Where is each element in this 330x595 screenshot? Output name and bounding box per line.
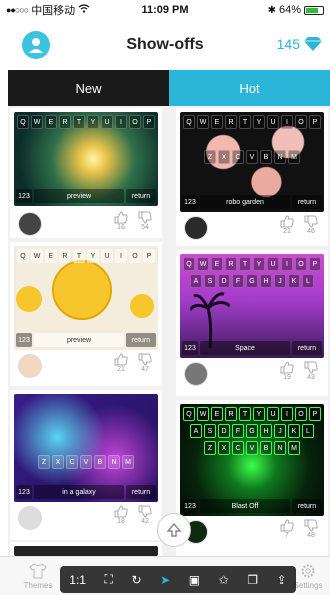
- avatar[interactable]: [18, 212, 42, 236]
- thumbs-down-icon: [304, 519, 318, 532]
- keyboard-theme-preview[interactable]: QWERTYUIOP 123 preview return: [14, 112, 158, 206]
- avatar[interactable]: [184, 216, 208, 240]
- showoff-card[interactable]: [10, 542, 162, 556]
- like-button[interactable]: 7: [276, 519, 298, 539]
- dislike-button[interactable]: 42: [134, 505, 156, 525]
- showoff-card[interactable]: QWERTYUIOP 123 preview return 16 54: [10, 108, 162, 238]
- dislike-button[interactable]: 47: [134, 353, 156, 373]
- aspect-ratio-button[interactable]: 1:1: [69, 573, 86, 587]
- battery-percent: 64%: [278, 4, 301, 16]
- keyboard-theme-preview[interactable]: [14, 546, 158, 556]
- dislike-button[interactable]: 48: [300, 519, 322, 539]
- rotate-icon[interactable]: ↻: [132, 573, 142, 587]
- like-button[interactable]: 18: [110, 505, 132, 525]
- showoff-grid: QWERTYUIOP 123 preview return 16 54 QWERTY…: [8, 106, 330, 556]
- header: Show-offs 145: [0, 22, 330, 68]
- avatar[interactable]: [184, 362, 208, 386]
- coin-balance[interactable]: 145: [277, 36, 322, 52]
- save-icon[interactable]: ▣: [189, 573, 200, 587]
- avatar[interactable]: [18, 354, 42, 378]
- keyboard-bottom-label: robo garden: [200, 195, 290, 209]
- battery-icon: [304, 5, 324, 15]
- tab-themes[interactable]: Themes: [14, 563, 62, 590]
- avatar[interactable]: [18, 506, 42, 530]
- thumbs-down-icon: [138, 353, 152, 366]
- gear-icon: [301, 564, 315, 578]
- status-bar: ●●○○○ 中国移动 11:09 PM ✱ 64%: [0, 0, 330, 20]
- dislike-button[interactable]: 46: [300, 215, 322, 235]
- showoff-card[interactable]: QWERTYUIOP ASDFGHJKL ZXCVBNM 123 Blast Of…: [176, 400, 328, 556]
- thumbs-down-icon: [304, 361, 318, 374]
- bird-icon[interactable]: ➤: [160, 573, 170, 587]
- keyboard-theme-preview[interactable]: QWERTYUIOP ASDFGHJKL 123 Space return: [180, 254, 324, 358]
- keyboard-bottom-label: preview: [34, 189, 124, 203]
- showoff-card[interactable]: ZXCVBNM 123 in a galaxy return 18 42: [10, 390, 162, 540]
- scroll-to-top-button[interactable]: [157, 513, 191, 547]
- share-icon[interactable]: ⇪: [277, 573, 287, 587]
- showoff-card[interactable]: QWERTYUIOP ASDFGHJKL 123 Space return 19 4…: [176, 250, 328, 396]
- shirt-icon: [29, 563, 47, 579]
- arrow-up-icon: [166, 522, 182, 537]
- keyboard-bottom-label: preview: [34, 333, 124, 347]
- tab-bar: New Hot: [8, 70, 330, 106]
- bluetooth-icon: ✱: [267, 4, 276, 16]
- keyboard-bottom-label: Space: [200, 341, 290, 355]
- showoff-card[interactable]: QWERTYUIOP 123 preview return 21 47: [10, 242, 162, 386]
- thumbs-down-icon: [304, 215, 318, 228]
- copy-icon[interactable]: ❐: [247, 573, 258, 587]
- like-button[interactable]: 16: [110, 211, 132, 231]
- bookmark-icon[interactable]: ✩: [219, 573, 229, 587]
- keyboard-bottom-label: in a galaxy: [34, 485, 124, 499]
- coin-count: 145: [276, 36, 300, 52]
- like-button[interactable]: 19: [276, 361, 298, 381]
- dislike-button[interactable]: 43: [300, 361, 322, 381]
- keyboard-theme-preview[interactable]: QWERTYUIOP ZXCVBNM 123 robo garden return: [180, 112, 324, 212]
- thumbs-up-icon: [280, 361, 294, 374]
- tab-new[interactable]: New: [8, 70, 169, 106]
- thumbs-up-icon: [280, 519, 294, 532]
- crop-icon[interactable]: ⛶: [105, 572, 113, 587]
- showoff-card[interactable]: QWERTYUIOP ZXCVBNM 123 robo garden return …: [176, 108, 328, 246]
- keyboard-bottom-label: Blast Off: [200, 499, 290, 513]
- keyboard-theme-preview[interactable]: QWERTYUIOP 123 preview return: [14, 246, 158, 350]
- keyboard-theme-preview[interactable]: QWERTYUIOP ASDFGHJKL ZXCVBNM 123 Blast Of…: [180, 404, 324, 516]
- profile-avatar-button[interactable]: [22, 31, 50, 59]
- user-icon: [29, 38, 43, 53]
- image-viewer-toolbar: 1:1 ⛶ ↻ ➤ ▣ ✩ ❐ ⇪: [60, 566, 296, 593]
- thumbs-down-icon: [138, 211, 152, 224]
- diamond-icon: [304, 37, 322, 51]
- like-button[interactable]: 21: [276, 215, 298, 235]
- thumbs-down-icon: [138, 505, 152, 518]
- thumbs-up-icon: [280, 215, 294, 228]
- keyboard-theme-preview[interactable]: ZXCVBNM 123 in a galaxy return: [14, 394, 158, 502]
- dislike-button[interactable]: 54: [134, 211, 156, 231]
- thumbs-up-icon: [114, 505, 128, 518]
- thumbs-up-icon: [114, 353, 128, 366]
- like-button[interactable]: 21: [110, 353, 132, 373]
- thumbs-up-icon: [114, 211, 128, 224]
- tab-hot[interactable]: Hot: [169, 70, 330, 106]
